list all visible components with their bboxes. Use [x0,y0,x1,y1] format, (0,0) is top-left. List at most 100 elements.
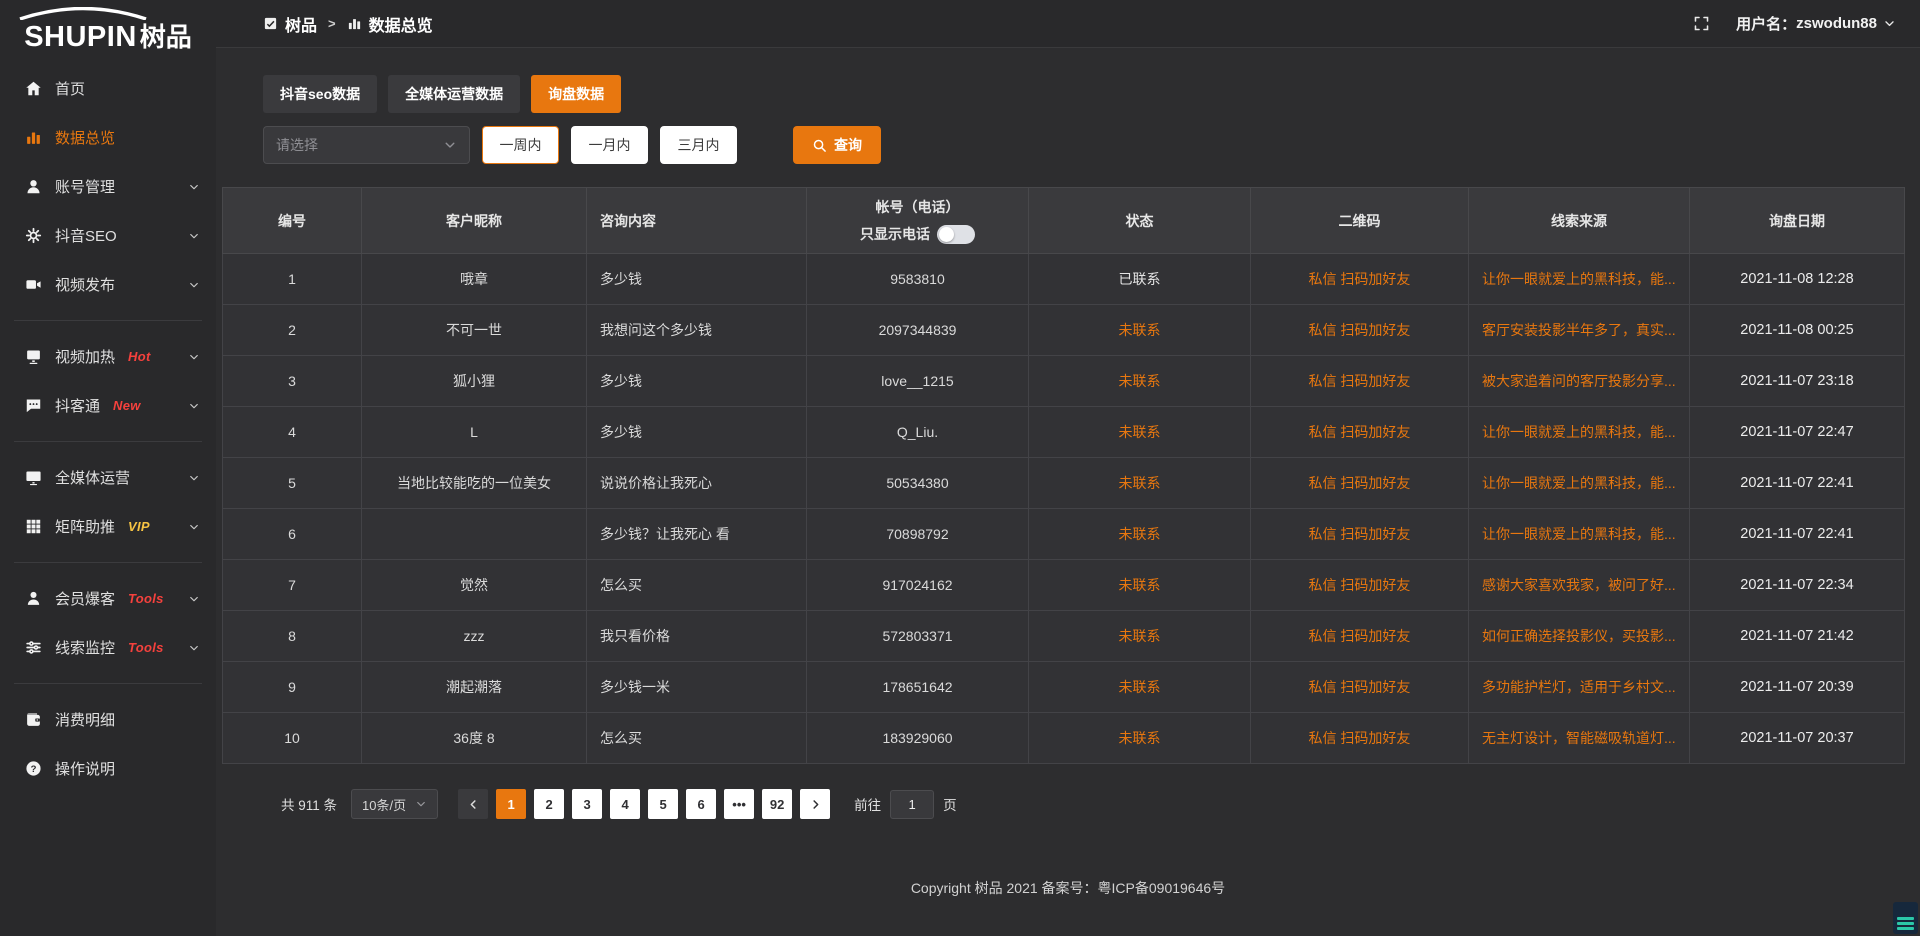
page-number-button[interactable]: 6 [686,789,716,819]
table-row: 4 L 多少钱 Q_Liu. 未联系 私信 扫码加好友 让你一眼就爱上的黑科技，… [223,407,1905,458]
page-size-select[interactable]: 10条/页 [351,789,438,819]
sidebar-item[interactable]: 抖音SEO [0,211,216,260]
sidebar-item-label: 视频加热 [55,346,115,367]
cell-qr-links[interactable]: 私信 扫码加好友 [1251,356,1469,407]
cell-date: 2021-11-07 22:47 [1690,407,1905,458]
breadcrumb-root[interactable]: 树品 [285,12,317,36]
time-range-label: 一月内 [589,135,631,155]
sidebar-item[interactable]: 线索监控 Tools [0,623,216,672]
cell-lead-source-link[interactable]: 多功能护栏灯，适用于乡村文... [1469,662,1690,713]
cell-status: 未联系 [1029,407,1251,458]
cell-lead-source-link[interactable]: 让你一眼就爱上的黑科技，能... [1469,407,1690,458]
sidebar-item[interactable]: 视频加热 Hot [0,332,216,381]
sidebar-item[interactable]: 首页 [0,64,216,113]
cell-lead-source-link[interactable]: 让你一眼就爱上的黑科技，能... [1469,254,1690,305]
col-header-id: 编号 [223,188,362,254]
chevron-down-icon [188,351,200,363]
sidebar-item[interactable]: 消费明细 [0,695,216,744]
sidebar-item[interactable]: ? 操作说明 [0,744,216,793]
sidebar-item[interactable]: 矩阵助推 VIP [0,502,216,551]
cell-lead-source-link[interactable]: 感谢大家喜欢我家，被问了好... [1469,560,1690,611]
cell-content: 多少钱一米 [587,662,807,713]
browser-corner-widget[interactable] [1893,902,1918,934]
tab-button[interactable]: 抖音seo数据 [263,75,377,113]
cell-lead-source-link[interactable]: 被大家追着问的客厅投影分享... [1469,356,1690,407]
username-value[interactable]: zswodun88 [1796,15,1877,32]
page-number-button[interactable]: 5 [648,789,678,819]
query-button[interactable]: 查询 [793,126,881,164]
sidebar-item-label: 线索监控 [55,637,115,658]
col-header-status: 状态 [1029,188,1251,254]
sidebar-item[interactable]: 账号管理 [0,162,216,211]
gear-icon [25,227,42,244]
cell-qr-links[interactable]: 私信 扫码加好友 [1251,662,1469,713]
page-number-button[interactable]: 1 [496,789,526,819]
cell-id: 10 [223,713,362,764]
time-range-button[interactable]: 三月内 [660,126,737,164]
cell-qr-links[interactable]: 私信 扫码加好友 [1251,254,1469,305]
sidebar-item[interactable]: 数据总览 [0,113,216,162]
cell-date: 2021-11-08 12:28 [1690,254,1905,305]
cell-nickname: 当地比较能吃的一位美女 [362,458,587,509]
chevron-down-icon [443,138,457,152]
cell-account: 9583810 [807,254,1029,305]
goto-page-input[interactable] [890,790,934,819]
cell-qr-links[interactable]: 私信 扫码加好友 [1251,509,1469,560]
cell-status: 未联系 [1029,458,1251,509]
sidebar-item-label: 消费明细 [55,709,115,730]
phone-only-toggle[interactable] [937,225,975,244]
tab-label: 抖音seo数据 [280,84,360,104]
chevron-down-icon [188,230,200,242]
cell-lead-source-link[interactable]: 让你一眼就爱上的黑科技，能... [1469,458,1690,509]
cell-qr-links[interactable]: 私信 扫码加好友 [1251,560,1469,611]
cell-qr-links[interactable]: 私信 扫码加好友 [1251,458,1469,509]
page-number-button[interactable]: ••• [724,789,754,819]
cell-lead-source-link[interactable]: 让你一眼就爱上的黑科技，能... [1469,509,1690,560]
cell-qr-links[interactable]: 私信 扫码加好友 [1251,611,1469,662]
cell-content: 多少钱？让我死心 看 [587,509,807,560]
prev-page-button[interactable] [458,789,488,819]
cell-status: 未联系 [1029,509,1251,560]
grid-icon [25,518,42,535]
page-number-button[interactable]: 2 [534,789,564,819]
cell-lead-source-link[interactable]: 无主灯设计，智能磁吸轨道灯... [1469,713,1690,764]
breadcrumb-separator: > [328,16,336,31]
sidebar-item-badge: VIP [128,519,150,534]
account-select[interactable]: 请选择 [263,126,470,164]
sidebar-divider [14,441,202,442]
user-menu-chevron-icon[interactable] [1883,17,1896,30]
cell-status: 未联系 [1029,611,1251,662]
time-range-button[interactable]: 一月内 [571,126,648,164]
chevron-down-icon [188,181,200,193]
cell-qr-links[interactable]: 私信 扫码加好友 [1251,713,1469,764]
cell-id: 9 [223,662,362,713]
cell-lead-source-link[interactable]: 如何正确选择投影仪，买投影... [1469,611,1690,662]
cell-status: 未联系 [1029,305,1251,356]
page-number-button[interactable]: 92 [762,789,792,819]
tab-button[interactable]: 询盘数据 [531,75,621,113]
page-number-button[interactable]: 3 [572,789,602,819]
sidebar-item[interactable]: 全媒体运营 [0,453,216,502]
fullscreen-icon[interactable] [1693,15,1710,32]
time-range-button[interactable]: 一周内 [482,126,559,164]
cell-lead-source-link[interactable]: 客厅安装投影半年多了，真实... [1469,305,1690,356]
table-header-row: 编号 客户昵称 咨询内容 帐号（电话） 只显示电话 状态 二维码 线索来源 [223,188,1905,254]
next-page-button[interactable] [800,789,830,819]
sidebar-item[interactable]: 抖客通 New [0,381,216,430]
cell-qr-links[interactable]: 私信 扫码加好友 [1251,305,1469,356]
sidebar-item[interactable]: 会员爆客 Tools [0,574,216,623]
cell-status: 未联系 [1029,356,1251,407]
sidebar-item[interactable]: 视频发布 [0,260,216,309]
sidebar-item-label: 视频发布 [55,274,115,295]
sidebar-divider [14,683,202,684]
page-number-button[interactable]: 4 [610,789,640,819]
tab-button[interactable]: 全媒体运营数据 [388,75,520,113]
sidebar-item-label: 抖客通 [55,395,100,416]
cell-qr-links[interactable]: 私信 扫码加好友 [1251,407,1469,458]
cell-id: 2 [223,305,362,356]
cell-account: 917024162 [807,560,1029,611]
screen-icon [25,348,42,365]
main-content: 抖音seo数据 全媒体运营数据 询盘数据 请选择 一周内 [216,49,1920,936]
table-row: 1 哦章 多少钱 9583810 已联系 私信 扫码加好友 让你一眼就爱上的黑科… [223,254,1905,305]
col-header-source: 线索来源 [1469,188,1690,254]
